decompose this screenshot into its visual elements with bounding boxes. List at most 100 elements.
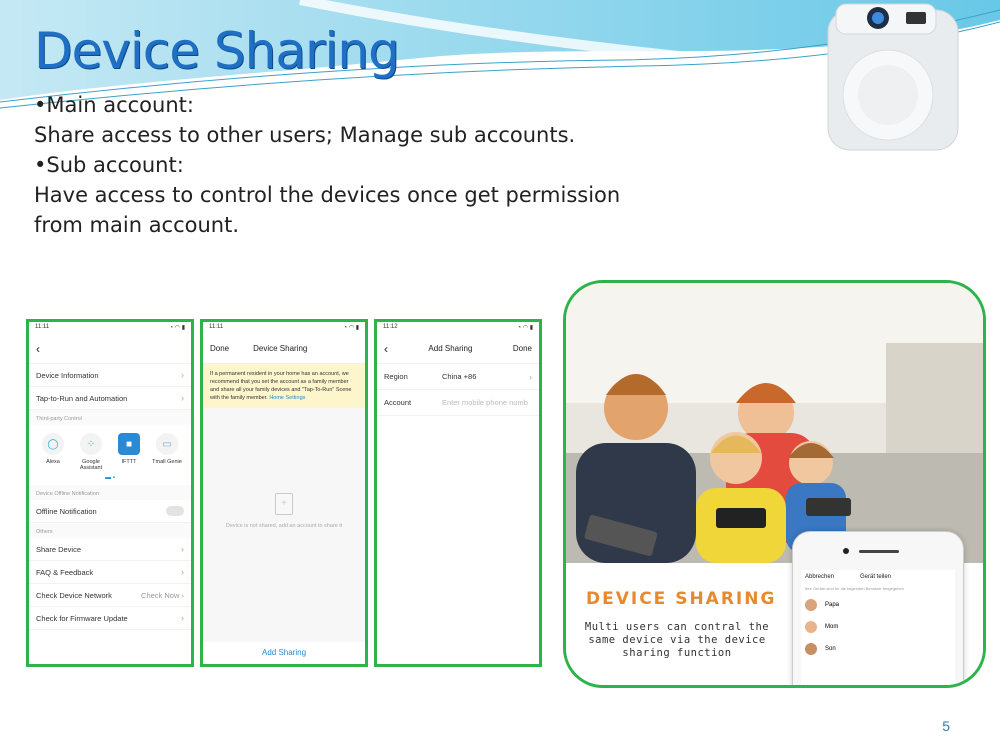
empty-state: + Device is not shared, add an account t… — [203, 408, 365, 613]
back-icon[interactable]: ‹ — [384, 342, 388, 356]
region-value: China +86 — [442, 372, 477, 381]
status-icons: ◔ ◠ ▮ — [343, 325, 360, 331]
page-number: 5 — [942, 718, 950, 734]
avatar — [805, 621, 817, 633]
mini-header: Abbrechen Gerät teilen — [805, 574, 951, 580]
chevron-right-icon: › — [529, 371, 532, 382]
row-device-information[interactable]: Device Information › — [29, 364, 191, 387]
add-sharing-button[interactable]: Add Sharing — [203, 642, 365, 664]
mini-phone-camera-icon — [843, 548, 849, 554]
row-label: Check Device Network — [36, 590, 112, 600]
phone-device-sharing: 11:11 ◔ ◠ ▮ Done Device Sharing If a perma… — [200, 319, 368, 667]
mini-subtitle: Ihre Geräte sind für die folgenden Benut… — [805, 586, 904, 591]
row-label: Share Device — [36, 544, 82, 554]
row-firmware-update[interactable]: Check for Firmware Update › — [29, 607, 191, 630]
contact-row[interactable]: Son — [805, 643, 951, 655]
status-bar: 11:11 ◔ ◠ ▮ — [203, 322, 365, 334]
chevron-right-icon: › — [181, 613, 184, 623]
phone-device-settings: 11:11 ◔ ◠ ▮ ‹ Device Information › Tap-to-… — [26, 319, 194, 667]
mini-title: Gerät teilen — [860, 574, 892, 580]
third-party-label: Alexa — [46, 459, 60, 465]
document-icon: + — [275, 492, 293, 515]
chevron-right-icon: › — [181, 370, 184, 380]
mini-cancel[interactable]: Abbrechen — [805, 574, 860, 580]
back-icon[interactable]: ‹ — [36, 342, 40, 356]
mini-phone-screen: Abbrechen Gerät teilen Ihre Geräte sind f… — [801, 570, 955, 685]
camera-device-icon — [827, 3, 959, 151]
done-button[interactable]: Done — [210, 344, 229, 353]
chevron-right-icon: › — [181, 393, 184, 403]
chevron-right-icon: › — [181, 567, 184, 577]
status-bar: 11:11 ◔ ◠ ▮ — [29, 322, 191, 334]
sharing-header: Done Device Sharing — [203, 334, 365, 364]
region-label: Region — [384, 372, 408, 381]
contact-name: Mom — [825, 624, 839, 630]
header-title: Device Sharing — [253, 344, 308, 353]
empty-text: Device is not shared, add an account to … — [225, 522, 343, 529]
row-label: FAQ & Feedback — [36, 567, 94, 577]
third-party-google[interactable]: ⁘ Google Assistant — [73, 433, 109, 471]
status-time: 11:11 — [35, 324, 50, 330]
row-label: Offline Notification — [36, 506, 97, 516]
section-label: Others — [29, 523, 191, 538]
home-settings-link[interactable]: Home Settings — [269, 395, 305, 401]
region-row[interactable]: Region China +86 › — [377, 364, 539, 390]
contact-row[interactable]: Mom — [805, 621, 951, 633]
chevron-right-icon: › — [181, 544, 184, 554]
done-button[interactable]: Done — [513, 344, 532, 353]
photo-headline: DEVICE SHARING — [586, 589, 777, 609]
bullet-dot-icon: • — [34, 93, 47, 117]
add-sharing-header: ‹ Add Sharing Done — [377, 334, 539, 364]
row-value: Check Now › — [141, 590, 184, 600]
third-party-label: Google Assistant — [79, 459, 103, 471]
bullet-sub: •Sub account: — [34, 150, 674, 180]
row-share-device[interactable]: Share Device › — [29, 538, 191, 561]
mini-phone: Abbrechen Gerät teilen Ihre Geräte sind f… — [792, 531, 964, 685]
third-party-ifttt[interactable]: ■ IFTTT — [111, 433, 147, 471]
ifttt-icon: ■ — [118, 433, 140, 455]
row-label: Check for Firmware Update — [36, 613, 128, 623]
slide-title: Device Sharing — [34, 22, 400, 80]
row-offline-notification: Offline Notification — [29, 500, 191, 523]
third-party-label: IFTTT — [121, 459, 137, 465]
status-time: 11:11 — [209, 324, 224, 330]
account-label: Account — [384, 398, 412, 407]
row-tap-to-run[interactable]: Tap-to-Run and Automation › — [29, 387, 191, 410]
third-party-label: Tmall Genie — [152, 459, 182, 465]
slide: Device Sharing •Main account: Share acce… — [0, 0, 1000, 750]
mini-phone-speaker — [859, 550, 899, 553]
section-label: Device Offline Notification — [29, 485, 191, 500]
contact-name: Papa — [825, 602, 840, 608]
row-label: Device Information — [36, 370, 99, 380]
phone-add-sharing: 11:12 ◔ ◠ ▮ ‹ Add Sharing Done Region China … — [374, 319, 542, 667]
status-bar: 11:12 ◔ ◠ ▮ — [377, 322, 539, 334]
avatar — [805, 599, 817, 611]
row-check-network[interactable]: Check Device Network Check Now › — [29, 584, 191, 607]
contact-name: Son — [825, 646, 836, 652]
family-photo-panel: DEVICE SHARING Multi users can contral t… — [563, 280, 986, 688]
third-party-tmall[interactable]: ▭ Tmall Genie — [149, 433, 185, 471]
row-label: Tap-to-Run and Automation — [36, 393, 128, 403]
header-title: Add Sharing — [428, 344, 473, 353]
status-icons: ◔ ◠ ▮ — [169, 325, 186, 331]
back-header: ‹ — [29, 334, 191, 364]
check-now-label: Check Now — [141, 590, 180, 600]
bullet-dot-icon: • — [34, 153, 47, 177]
google-assistant-icon: ⁘ — [80, 433, 102, 455]
status-time: 11:12 — [383, 324, 398, 330]
status-icons: ◔ ◠ ▮ — [517, 325, 534, 331]
account-row: Account Enter mobile phone numb — [377, 390, 539, 416]
photo-caption: Multi users can contral the same device … — [584, 621, 770, 659]
toggle-switch[interactable] — [166, 506, 184, 516]
alexa-icon: ◯ — [42, 433, 64, 455]
pager-dots: ▬ ▪ — [105, 475, 115, 481]
bullet-main-label: Main account: — [46, 93, 194, 117]
family-notice: If a permanent resident in your home has… — [203, 364, 365, 408]
section-label: Third-party Control — [29, 410, 191, 425]
bullet-sub-label: Sub account: — [46, 153, 184, 177]
third-party-alexa[interactable]: ◯ Alexa — [35, 433, 71, 471]
account-input[interactable]: Enter mobile phone numb — [442, 398, 532, 407]
row-faq[interactable]: FAQ & Feedback › — [29, 561, 191, 584]
sub-desc: Have access to control the devices once … — [34, 183, 621, 237]
contact-row[interactable]: Papa — [805, 599, 951, 611]
